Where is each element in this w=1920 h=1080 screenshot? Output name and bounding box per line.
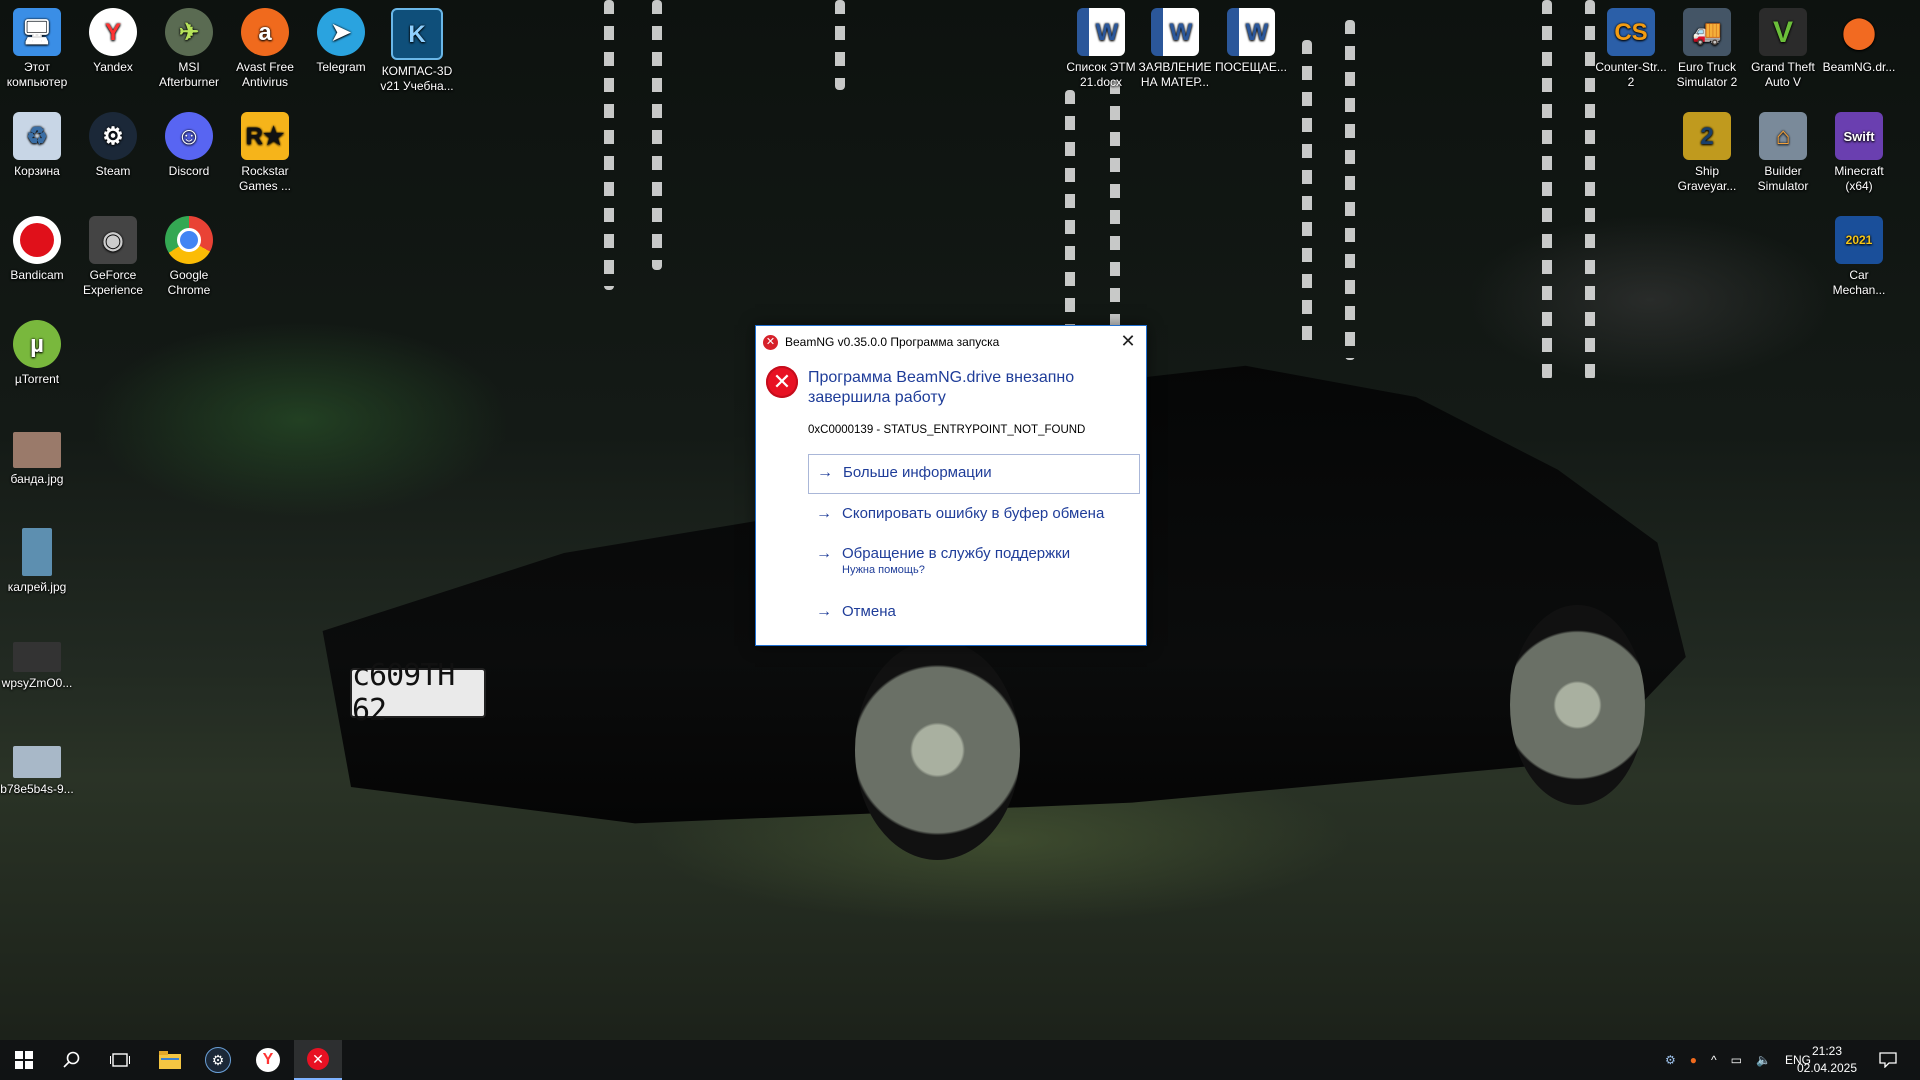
clock[interactable]: 21:23 02.04.2025 (1792, 1043, 1862, 1077)
yandex-icon: Y (89, 8, 137, 56)
desktop-icon-chrome[interactable]: Google Chrome (152, 212, 226, 298)
image-file-icon (13, 432, 61, 468)
volume-icon[interactable]: 🔈 (1756, 1053, 1771, 1067)
desktop-icon-spisok-etm[interactable]: W Список ЭТМ 21.docx (1064, 4, 1138, 90)
arrow-right-icon: → (816, 603, 832, 620)
ship-graveyard-icon: 2 (1683, 112, 1731, 160)
desktop-icon-banda-jpg[interactable]: банда.jpg (0, 420, 74, 487)
dialog-header: ✕ (766, 366, 798, 398)
yandex-taskbar-icon[interactable]: Y (244, 1040, 292, 1080)
image-file-icon (13, 642, 61, 672)
desktop-icon-avast[interactable]: a Avast Free Antivirus (228, 4, 302, 90)
euro-truck-icon: 🚚 (1683, 8, 1731, 56)
desktop-icon-yandex[interactable]: Y Yandex (76, 4, 150, 75)
counter-strike-icon: CS (1607, 8, 1655, 56)
desktop-icon-euro-truck[interactable]: 🚚 Euro Truck Simulator 2 (1670, 4, 1744, 90)
avast-tray-icon[interactable]: ● (1690, 1053, 1697, 1067)
network-icon[interactable]: ▭ (1731, 1053, 1742, 1067)
desktop-icon-wpsyzmo0[interactable]: wpsyZmO0... (0, 628, 74, 691)
desktop-icon-zayavlenie[interactable]: W ЗАЯВЛЕНИЕ НА МАТЕР... (1138, 4, 1212, 90)
desktop-icon-rockstar[interactable]: R★ Rockstar Games ... (228, 108, 302, 194)
contact-support-button[interactable]: → Обращение в службу поддержки Нужна пом… (808, 536, 1138, 580)
desktop-icon-gta-v[interactable]: V Grand Theft Auto V (1746, 4, 1820, 90)
error-icon: ✕ (766, 366, 798, 398)
arrow-right-icon: → (816, 505, 832, 522)
msi-afterburner-icon: ✈ (165, 8, 213, 56)
desktop-icon-steam[interactable]: ⚙ Steam (76, 108, 150, 179)
desktop-icon-discord[interactable]: ☺ Discord (152, 108, 226, 179)
desktop-icon-kalrei-jpg[interactable]: калрей.jpg (0, 524, 74, 595)
desktop-icon-kompas[interactable]: K КОМПАС-3D v21 Учебна... (380, 4, 454, 94)
gta-v-icon: V (1759, 8, 1807, 56)
discord-icon: ☺ (165, 112, 213, 160)
close-button[interactable]: ✕ (1116, 330, 1140, 352)
steam-taskbar-icon[interactable]: ⚙ (194, 1040, 242, 1080)
desktop-icon-counter-strike[interactable]: CS Counter-Str... 2 (1594, 4, 1668, 90)
contact-support-sublabel: Нужна помощь? (842, 564, 925, 576)
beamng-error-taskbar-icon[interactable]: ✕ (294, 1040, 342, 1080)
desktop-icon-bandicam[interactable]: Bandicam (0, 212, 74, 283)
dialog-title: BeamNG v0.35.0.0 Программа запуска (785, 335, 1000, 349)
avast-icon: a (241, 8, 289, 56)
rockstar-icon: R★ (241, 112, 289, 160)
desktop-icon-poseshae[interactable]: W ПОСЕЩАЕ... (1214, 4, 1288, 75)
minecraft-icon: Swift (1835, 112, 1883, 160)
desktop-icon-msi-afterburner[interactable]: ✈ MSI Afterburner (152, 4, 226, 90)
error-dialog: ✕ BeamNG v0.35.0.0 Программа запуска ✕ ✕… (755, 325, 1147, 646)
beamng-icon: ⬤ (1842, 15, 1876, 49)
desktop-icon-recycle-bin[interactable]: ♻ Корзина (0, 108, 74, 179)
word-doc-icon: W (1077, 8, 1125, 56)
desktop-icon-ship-graveyard[interactable]: 2 Ship Graveyar... (1670, 108, 1744, 194)
contact-support-label: Обращение в службу поддержки (842, 545, 1071, 562)
desktop-icon-car-mechanic[interactable]: 2021 Car Mechan... (1822, 212, 1896, 298)
dialog-title-bar: ✕ BeamNG v0.35.0.0 Программа запуска (756, 326, 1146, 358)
car-mechanic-icon: 2021 (1835, 216, 1883, 264)
desktop-icon-b78e5b4s[interactable]: b78e5b4s-9... (0, 732, 74, 797)
arrow-right-icon: → (816, 545, 832, 562)
steam-icon: ⚙ (89, 112, 137, 160)
chrome-icon (165, 216, 213, 264)
recycle-bin-icon: ♻ (13, 112, 61, 160)
main-instruction: Программа BeamNG.drive внезапно завершил… (808, 369, 1075, 406)
system-tray: ⚙ ● ^ ▭ 🔈 ENG (1665, 1040, 1811, 1080)
cancel-button[interactable]: → Отмена (808, 594, 1138, 632)
desktop-icon-utorrent[interactable]: µ µTorrent (0, 316, 74, 387)
desktop-icon-minecraft[interactable]: Swift Minecraft (x64) (1822, 108, 1896, 194)
image-file-icon (22, 528, 52, 576)
image-file-icon (13, 746, 61, 778)
show-hidden-icons-icon[interactable]: ^ (1711, 1053, 1717, 1067)
desktop-icon-beamng[interactable]: ⬤ BeamNG.dr... (1822, 4, 1896, 75)
error-code: 0xC0000139 - STATUS_ENTRYPOINT_NOT_FOUND (808, 424, 1086, 436)
word-doc-icon: W (1227, 8, 1275, 56)
arrow-right-icon: → (817, 464, 833, 481)
steam-tray-icon[interactable]: ⚙ (1665, 1053, 1676, 1067)
desktop-icon-geforce[interactable]: ◉ GeForce Experience (76, 212, 150, 298)
bandicam-icon (13, 216, 61, 264)
copy-error-button[interactable]: → Скопировать ошибку в буфер обмена (808, 496, 1138, 534)
desktop-icon-builder-simulator[interactable]: ⌂ Builder Simulator (1746, 108, 1820, 194)
desktop-icon-telegram[interactable]: ➤ Telegram (304, 4, 378, 75)
file-explorer-icon[interactable] (146, 1040, 194, 1080)
this-pc-icon: 🖥 (13, 8, 61, 56)
kompas-icon: K (391, 8, 443, 60)
task-view-icon[interactable] (96, 1040, 144, 1080)
clock-time: 21:23 (1811, 1044, 1843, 1058)
word-doc-icon: W (1151, 8, 1199, 56)
license-plate: с609ТН 62 (350, 658, 486, 728)
notifications-icon[interactable] (1864, 1040, 1912, 1080)
start-icon[interactable] (0, 1040, 48, 1080)
geforce-icon: ◉ (89, 216, 137, 264)
telegram-icon: ➤ (317, 8, 365, 56)
builder-simulator-icon: ⌂ (1759, 112, 1807, 160)
clock-date: 02.04.2025 (1796, 1061, 1858, 1075)
taskbar: ⚙ Y ✕ ⚙ ● ^ ▭ 🔈 ENG 21:23 02.04.2025 (0, 1040, 1920, 1080)
error-small-icon: ✕ (763, 334, 778, 350)
more-info-button[interactable]: → Больше информации (808, 454, 1140, 494)
search-icon[interactable] (48, 1040, 96, 1080)
utorrent-icon: µ (13, 320, 61, 368)
desktop-icon-this-pc[interactable]: 🖥 Этот компьютер (0, 4, 74, 90)
